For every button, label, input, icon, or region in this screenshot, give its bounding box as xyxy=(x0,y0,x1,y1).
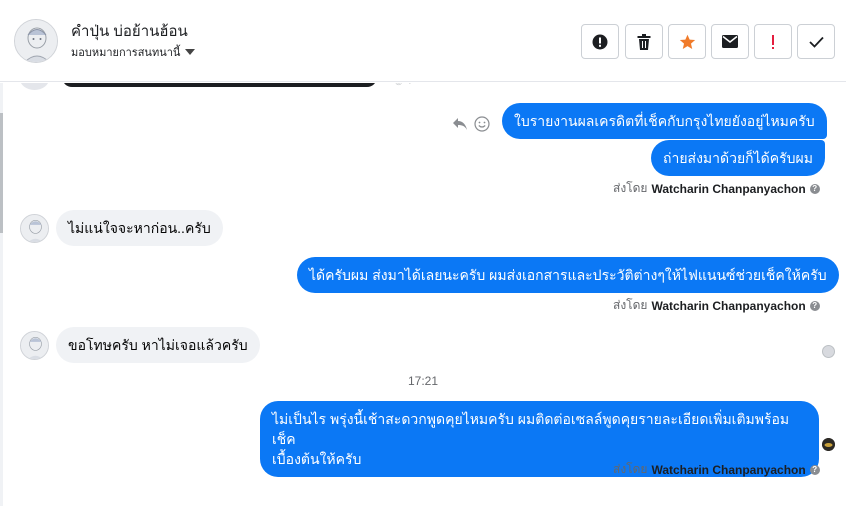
contact-name[interactable]: คำปุ่น บ่อย้านฮ้อน xyxy=(71,19,188,43)
contact-avatar-small[interactable] xyxy=(20,214,49,243)
check-icon xyxy=(808,36,824,48)
message-bubble-outgoing[interactable]: ใบรายงานผลเครดิตที่เช็คกับกรุงไทยยังอยู่… xyxy=(502,103,827,139)
sender-name[interactable]: Watcharin Chanpanyachon xyxy=(651,463,805,477)
message-bubble-incoming[interactable] xyxy=(62,83,377,87)
message-actions[interactable]: ☺ ↩ xyxy=(393,83,417,88)
message-text-line: ไม่เป็นไร พรุ่งนี้เช้าสะดวกพูดคุยไหมครับ… xyxy=(272,411,790,447)
help-icon[interactable]: ? xyxy=(809,183,820,194)
read-receipt-avatar xyxy=(822,438,835,451)
contact-avatar-small[interactable] xyxy=(20,331,49,360)
read-receipt-avatar xyxy=(822,345,835,358)
assign-label: มอบหมายการสนทนานี้ xyxy=(71,47,181,59)
delete-button[interactable] xyxy=(625,24,663,59)
sender-name[interactable]: Watcharin Chanpanyachon xyxy=(651,182,805,196)
message-bubble-outgoing[interactable]: ถ่ายส่งมาด้วยก็ได้ครับผม xyxy=(651,140,825,176)
help-icon[interactable]: ? xyxy=(809,464,820,475)
message-actions[interactable] xyxy=(452,116,490,132)
sent-by-prefix: ส่งโดย xyxy=(613,181,648,195)
mark-done-button[interactable] xyxy=(797,24,835,59)
sent-by-prefix: ส่งโดย xyxy=(613,462,648,476)
emoji-reaction-icon[interactable] xyxy=(474,116,490,132)
trash-icon xyxy=(637,33,651,50)
follow-up-button[interactable] xyxy=(754,24,792,59)
message-bubble-outgoing[interactable]: ได้ครับผม ส่งมาได้เลยนะครับ ผมส่งเอกสารแ… xyxy=(297,257,839,293)
sent-by-prefix: ส่งโดย xyxy=(613,298,648,312)
reply-icon[interactable] xyxy=(452,117,468,131)
mark-spam-button[interactable] xyxy=(581,24,619,59)
sent-by-label: ส่งโดย Watcharin Chanpanyachon ? xyxy=(613,179,820,198)
mail-icon xyxy=(722,35,738,48)
sender-name[interactable]: Watcharin Chanpanyachon xyxy=(651,299,805,313)
message-thread: ☺ ↩ ใบรายงานผลเครดิตที่เช็คกับกรุงไทยยัง… xyxy=(0,83,846,506)
assign-conversation-dropdown[interactable]: มอบหมายการสนทนานี้ xyxy=(71,43,196,61)
help-icon[interactable]: ? xyxy=(809,300,820,311)
sent-by-label: ส่งโดย Watcharin Chanpanyachon ? xyxy=(613,460,820,479)
mark-unread-button[interactable] xyxy=(711,24,749,59)
message-bubble-incoming[interactable]: ขอโทษครับ หาไม่เจอแล้วครับ xyxy=(56,327,260,363)
conversation-header: คำปุ่น บ่อย้านฮ้อน มอบหมายการสนทนานี้ xyxy=(0,0,846,82)
message-bubble-incoming[interactable]: ไม่แน่ใจจะหาก่อน..ครับ xyxy=(56,210,223,246)
contact-avatar-small xyxy=(20,83,49,90)
exclamation-icon xyxy=(772,34,774,49)
star-icon xyxy=(679,34,695,49)
contact-avatar[interactable] xyxy=(14,19,58,63)
sent-by-label: ส่งโดย Watcharin Chanpanyachon ? xyxy=(613,296,820,315)
star-button[interactable] xyxy=(668,24,706,59)
alert-circle-icon xyxy=(592,34,608,49)
timestamp-divider: 17:21 xyxy=(407,374,439,388)
chevron-down-icon xyxy=(185,49,196,55)
